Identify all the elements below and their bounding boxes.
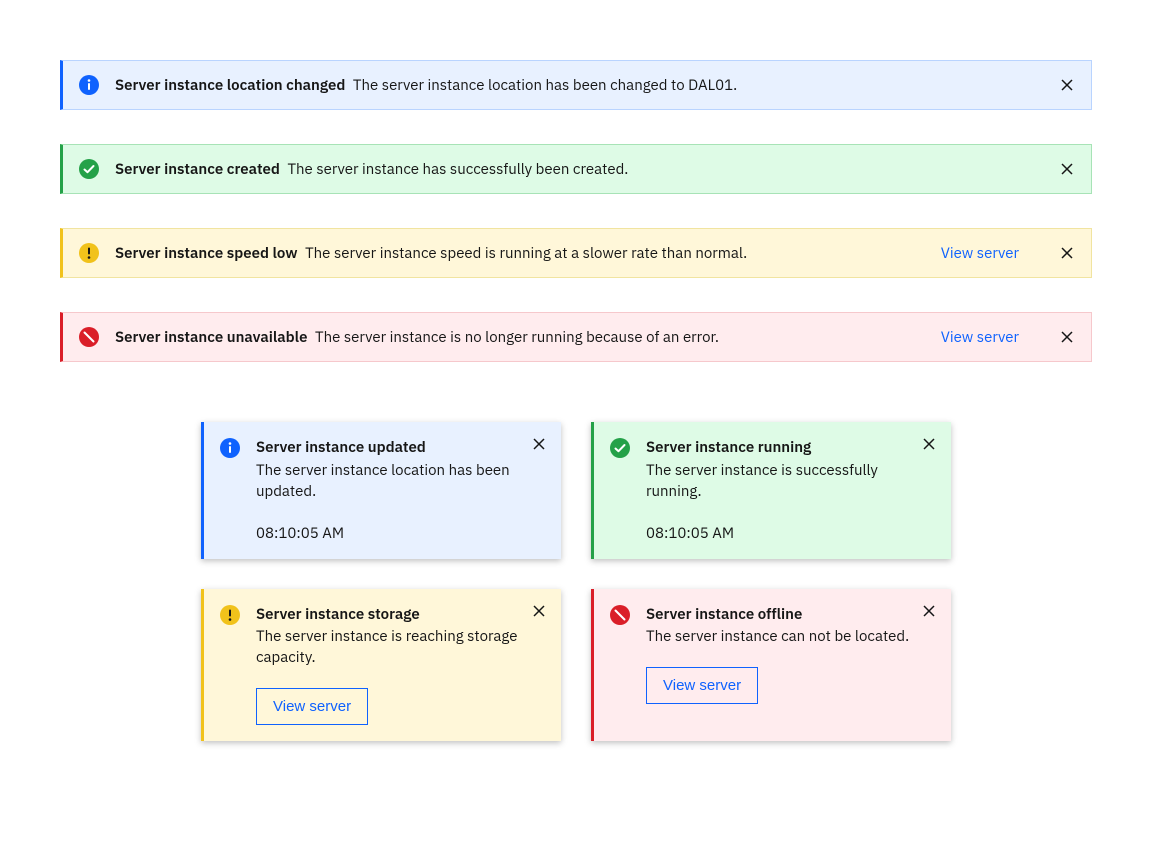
toast-notification-success: Server instance running The server insta… [591, 422, 951, 559]
inline-notification-success: Server instance created The server insta… [60, 144, 1092, 194]
toast-timestamp: 08:10:05 AM [256, 524, 545, 543]
toast-notifications: Server instance updated The server insta… [60, 422, 1092, 741]
toast-notification-warning: Server instance storage The server insta… [201, 589, 561, 742]
notification-title: Server instance location changed [115, 76, 345, 95]
notification-content: Server instance location changed The ser… [115, 75, 1043, 96]
view-server-button[interactable]: View server [256, 688, 368, 725]
toast-message: The server instance can not be located. [646, 626, 935, 647]
close-button[interactable] [531, 603, 547, 619]
notification-message: The server instance has successfully bee… [287, 160, 628, 179]
notification-content: Server instance speed low The server ins… [115, 243, 917, 264]
inline-notification-info: Server instance location changed The ser… [60, 60, 1092, 110]
checkmark-icon [79, 159, 99, 179]
toast-notification-error: Server instance offline The server insta… [591, 589, 951, 742]
info-icon [220, 438, 240, 543]
notification-title: Server instance unavailable [115, 328, 307, 347]
toast-title: Server instance updated [256, 438, 545, 458]
inline-notifications: Server instance location changed The ser… [60, 60, 1092, 362]
toast-notification-info: Server instance updated The server insta… [201, 422, 561, 559]
toast-message: The server instance location has been up… [256, 460, 545, 502]
notification-content: Server instance unavailable The server i… [115, 327, 917, 348]
view-server-button[interactable]: View server [646, 667, 758, 704]
notification-message: The server instance speed is running at … [305, 244, 747, 263]
close-button[interactable] [1059, 161, 1075, 177]
notification-title: Server instance speed low [115, 244, 298, 263]
inline-notification-error: Server instance unavailable The server i… [60, 312, 1092, 362]
notification-title: Server instance created [115, 160, 280, 179]
close-button[interactable] [531, 436, 547, 452]
toast-title: Server instance offline [646, 605, 935, 625]
toast-message: The server instance is successfully runn… [646, 460, 935, 502]
checkmark-icon [610, 438, 630, 543]
notification-message: The server instance location has been ch… [353, 76, 737, 95]
inline-notification-warning: Server instance speed low The server ins… [60, 228, 1092, 278]
close-button[interactable] [921, 436, 937, 452]
toast-timestamp: 08:10:05 AM [646, 524, 935, 543]
notification-content: Server instance created The server insta… [115, 159, 1043, 180]
close-button[interactable] [1059, 329, 1075, 345]
info-icon [79, 75, 99, 95]
toast-title: Server instance storage [256, 605, 545, 625]
close-button[interactable] [1059, 245, 1075, 261]
toast-message: The server instance is reaching storage … [256, 626, 545, 668]
toast-title: Server instance running [646, 438, 935, 458]
error-icon [610, 605, 630, 726]
close-button[interactable] [921, 603, 937, 619]
view-server-link[interactable]: View server [941, 244, 1019, 263]
error-icon [79, 327, 99, 347]
warning-icon [79, 243, 99, 263]
warning-icon [220, 605, 240, 726]
close-button[interactable] [1059, 77, 1075, 93]
notification-message: The server instance is no longer running… [315, 328, 719, 347]
view-server-link[interactable]: View server [941, 328, 1019, 347]
